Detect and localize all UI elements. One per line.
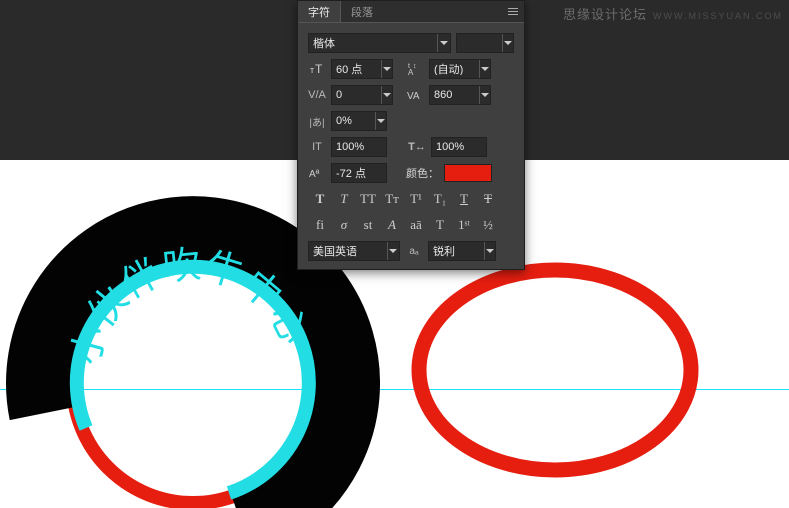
font-size-input[interactable] <box>332 63 381 75</box>
hscale-icon: T↔ <box>408 137 426 157</box>
antialias-select[interactable] <box>428 241 496 261</box>
hscale-input[interactable] <box>432 141 486 153</box>
antialias-input[interactable] <box>429 245 484 257</box>
subscript-button[interactable]: T₁ <box>428 189 452 209</box>
vscale-field[interactable] <box>331 137 387 157</box>
leading-icon: t↕A <box>406 59 424 79</box>
chevron-down-icon[interactable] <box>484 242 495 260</box>
strikethrough-button[interactable]: T <box>476 189 500 209</box>
font-family-input[interactable] <box>309 37 437 49</box>
tracking-icon: VA <box>406 85 424 105</box>
svg-text:т: т <box>310 65 314 75</box>
baseline-input[interactable] <box>332 167 386 179</box>
chevron-down-icon[interactable] <box>375 112 386 130</box>
contextual-alt-button[interactable]: σ <box>332 215 356 235</box>
discretionary-lig-button[interactable]: st <box>356 215 380 235</box>
panel-tabs: 字符 段落 <box>298 1 524 23</box>
vscale-icon: IT <box>308 137 326 157</box>
titling-alt-button[interactable]: T <box>428 215 452 235</box>
color-label: 颜色： <box>406 165 439 181</box>
baseline-icon: Aª <box>308 163 326 183</box>
smallcaps-button[interactable]: Tᴛ <box>380 189 404 209</box>
svg-text:Aª: Aª <box>309 169 320 180</box>
superscript-button[interactable]: T¹ <box>404 189 428 209</box>
svg-text:↕: ↕ <box>413 63 417 70</box>
vscale-input[interactable] <box>332 141 386 153</box>
watermark: 思缘设计论坛WWW.MISSYUAN.COM <box>563 4 783 23</box>
language-input[interactable] <box>309 245 387 257</box>
bold-button[interactable]: T <box>308 189 332 209</box>
panel-menu-icon[interactable] <box>502 1 524 23</box>
baseline-field[interactable] <box>331 163 387 183</box>
tab-character[interactable]: 字符 <box>298 1 341 22</box>
tsume-field[interactable] <box>331 111 387 131</box>
underline-button[interactable]: T <box>452 189 476 209</box>
font-style-input[interactable] <box>457 37 502 49</box>
swash-button[interactable]: A <box>380 215 404 235</box>
font-family-select[interactable] <box>308 33 451 53</box>
fractions-button[interactable]: ½ <box>476 215 500 235</box>
ordinals-button[interactable]: 1ˢᵗ <box>452 215 476 235</box>
antialias-icon: aₐ <box>404 241 424 261</box>
svg-text:A: A <box>408 68 414 76</box>
tracking-field[interactable] <box>429 85 491 105</box>
chevron-down-icon[interactable] <box>502 34 513 52</box>
chevron-down-icon[interactable] <box>479 86 490 104</box>
chevron-down-icon[interactable] <box>387 242 399 260</box>
svg-text:T: T <box>315 62 323 76</box>
kerning-icon: V/A <box>308 85 326 105</box>
leading-field[interactable] <box>429 59 491 79</box>
ligature-fi-button[interactable]: fi <box>308 215 332 235</box>
color-swatch[interactable] <box>444 164 492 182</box>
red-ellipse[interactable] <box>419 270 691 470</box>
tsume-input[interactable] <box>332 115 375 127</box>
tsume-icon: |あ| <box>308 111 326 131</box>
kerning-input[interactable] <box>332 89 381 101</box>
tracking-input[interactable] <box>430 89 479 101</box>
italic-button[interactable]: T <box>332 189 356 209</box>
language-select[interactable] <box>308 241 400 261</box>
allcaps-button[interactable]: TT <box>356 189 380 209</box>
svg-text:VA: VA <box>407 91 420 102</box>
font-size-icon: тT <box>308 59 326 79</box>
chevron-down-icon[interactable] <box>437 34 450 52</box>
leading-input[interactable] <box>430 63 479 75</box>
chevron-down-icon[interactable] <box>381 86 392 104</box>
character-panel: 字符 段落 тT t↕A <box>297 0 525 270</box>
chevron-down-icon[interactable] <box>479 60 490 78</box>
hscale-field[interactable] <box>431 137 487 157</box>
tab-paragraph[interactable]: 段落 <box>341 1 383 22</box>
kerning-field[interactable] <box>331 85 393 105</box>
stylistic-alt-button[interactable]: aā <box>404 215 428 235</box>
font-style-select[interactable] <box>456 33 514 53</box>
font-size-field[interactable] <box>331 59 393 79</box>
type-style-buttons: T T TT Tᴛ T¹ T₁ T T <box>308 189 514 209</box>
chevron-down-icon[interactable] <box>381 60 392 78</box>
